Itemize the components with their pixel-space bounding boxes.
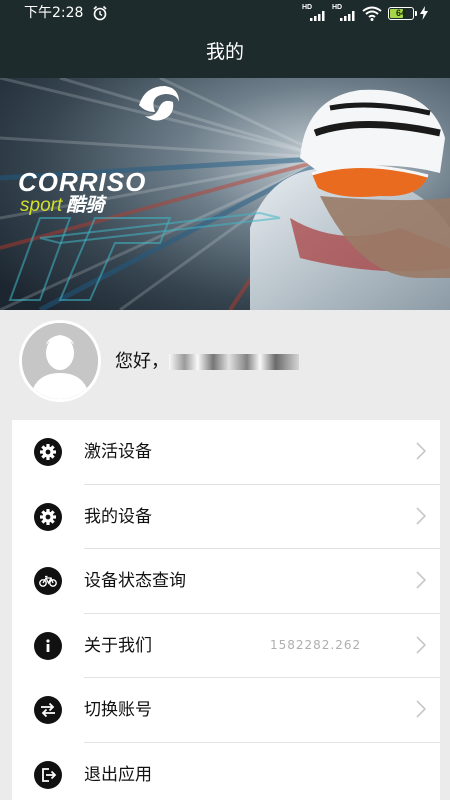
menu-item-device-status[interactable]: 设备状态查询 (12, 549, 440, 614)
promo-banner: CORRISO sport 酷骑 (0, 78, 450, 310)
chevron-right-icon (416, 700, 426, 718)
menu-item-label: 设备状态查询 (84, 571, 186, 592)
switch-icon (34, 696, 62, 725)
bicycle-icon (34, 567, 62, 596)
brand-wave-icon (139, 86, 179, 121)
menu-item-label: 切换账号 (84, 700, 152, 721)
default-avatar-icon (22, 323, 98, 399)
menu-item-my-devices[interactable]: 我的设备 (12, 485, 440, 550)
gear-icon (34, 438, 62, 466)
chevron-right-icon (416, 442, 426, 460)
status-bar: 下午2:28 HD HD 64 (0, 0, 450, 26)
brand-logo: CORRISO sport 酷骑 (18, 167, 147, 216)
chevron-right-icon (416, 636, 426, 654)
charging-icon (420, 6, 428, 20)
menu-item-switch-account[interactable]: 切换账号 (12, 678, 440, 743)
battery-icon: 64 (388, 6, 417, 20)
cellular-signal-icon: HD (302, 4, 326, 21)
exit-icon (34, 760, 62, 789)
menu-item-about-us[interactable]: 关于我们 1582282.262 (12, 614, 440, 679)
wifi-icon (362, 6, 382, 21)
alarm-icon (93, 5, 107, 21)
app-header: 我的 (0, 26, 450, 78)
user-greeting: 您好， (115, 350, 299, 374)
menu-item-label: 关于我们 (84, 635, 152, 656)
chevron-right-icon (416, 507, 426, 525)
version-value: 1582282.262 (270, 637, 362, 652)
user-profile: 您好， (0, 310, 450, 420)
gear-icon (34, 502, 62, 531)
menu-item-activate-device[interactable]: 激活设备 (12, 420, 440, 485)
menu-item-label: 我的设备 (84, 506, 152, 527)
menu-item-label: 退出应用 (84, 764, 152, 785)
info-icon (34, 631, 62, 660)
cellular-signal-icon: HD (332, 4, 356, 21)
status-time: 下午2:28 (24, 5, 84, 21)
page-title: 我的 (205, 41, 244, 63)
avatar[interactable] (19, 320, 101, 402)
battery-level: 64 (395, 7, 406, 18)
chevron-right-icon (416, 571, 426, 589)
menu-item-label: 激活设备 (84, 442, 152, 462)
phone-number-masked (169, 354, 299, 370)
settings-menu: 激活设备 我的设备 设备状态查询 关于我们 1582282.262 切换账号 退… (12, 420, 440, 800)
menu-item-exit-app[interactable]: 退出应用 (12, 743, 440, 800)
